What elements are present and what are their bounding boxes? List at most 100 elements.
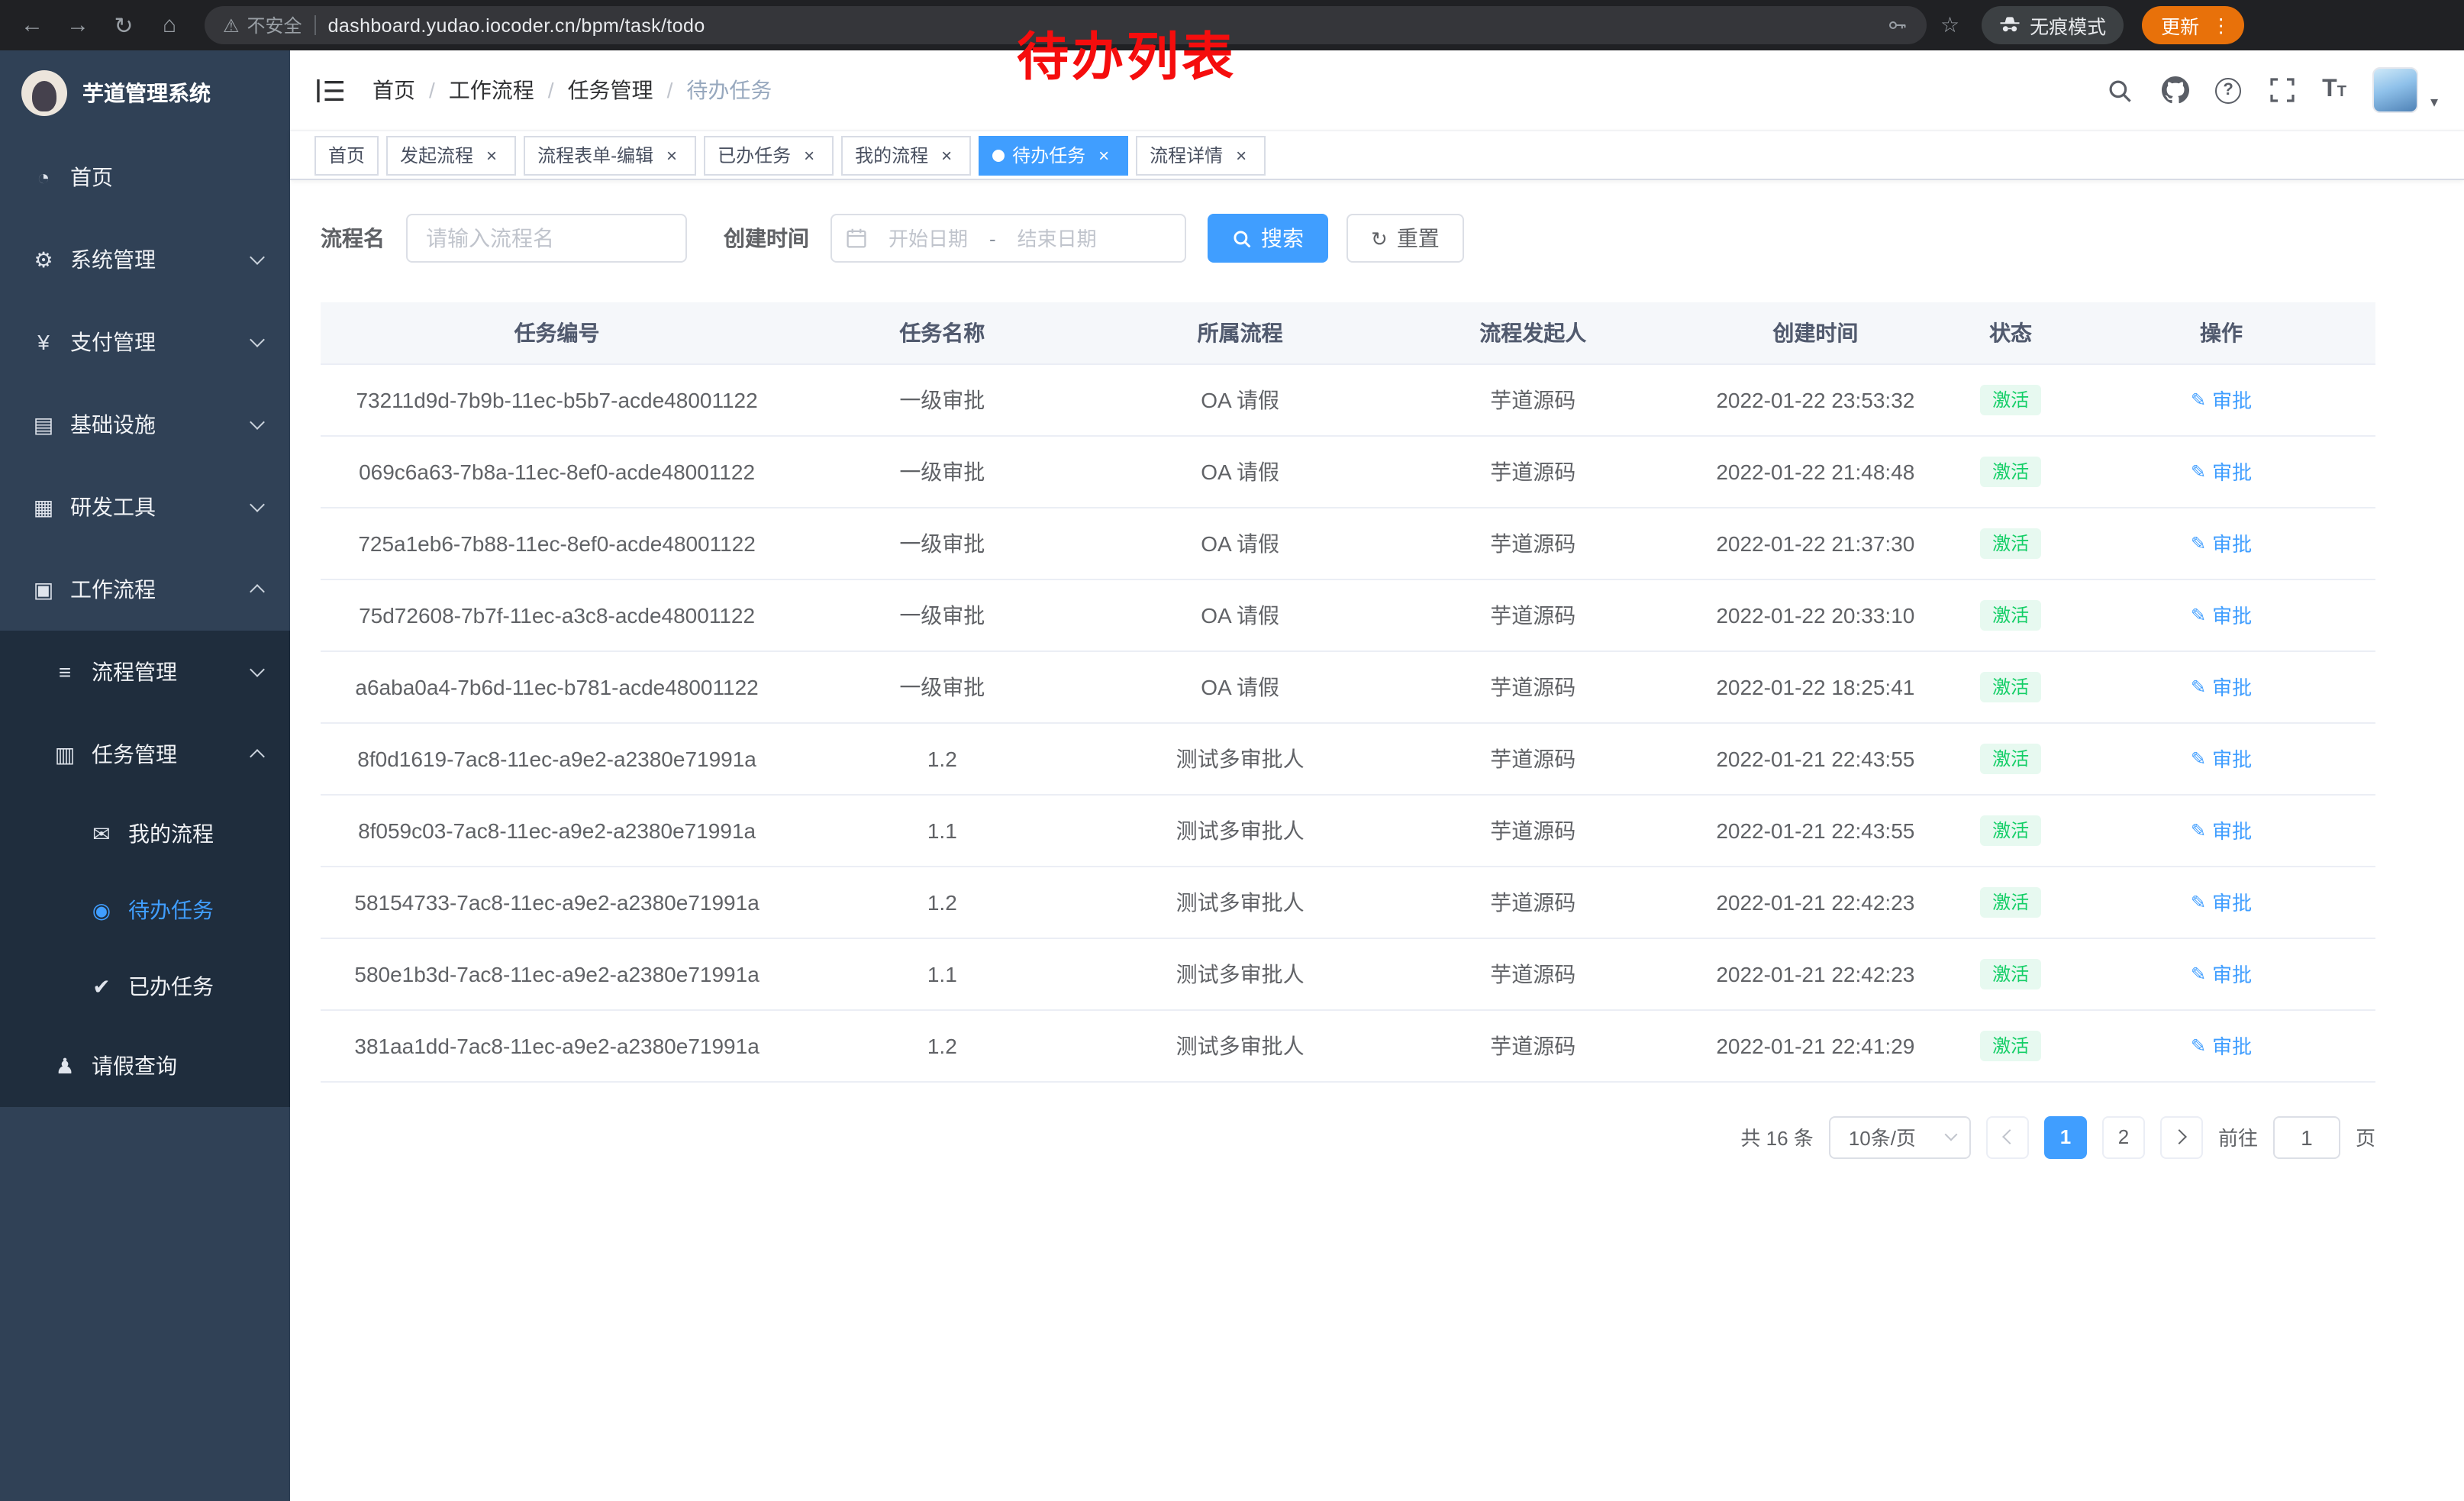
- breadcrumb-item-首页[interactable]: 首页: [373, 75, 415, 105]
- security-warning[interactable]: ⚠ 不安全: [223, 12, 302, 38]
- browser-forward-icon[interactable]: →: [58, 5, 98, 45]
- search-button-icon: [1232, 228, 1252, 248]
- app-logo[interactable]: 芋道管理系统: [0, 50, 290, 136]
- approve-button[interactable]: ✎ 审批: [2191, 528, 2252, 557]
- goto-suffix: 页: [2356, 1122, 2375, 1151]
- process-cell: OA 请假: [1091, 363, 1388, 435]
- page-button-2[interactable]: 2: [2102, 1115, 2145, 1158]
- infra-icon: ▤: [31, 412, 56, 437]
- sidebar-item-首页[interactable]: ◔ 首页: [0, 136, 290, 218]
- close-icon[interactable]: ×: [798, 144, 820, 166]
- sidebar-item-支付管理[interactable]: ¥ 支付管理: [0, 301, 290, 383]
- breadcrumb-item-工作流程[interactable]: 工作流程: [449, 75, 534, 105]
- approve-button[interactable]: ✎ 审批: [2191, 600, 2252, 629]
- approve-button[interactable]: ✎ 审批: [2191, 672, 2252, 701]
- task-name-cell: 1.1: [793, 938, 1091, 1009]
- status-cell: 激活: [1954, 722, 2067, 794]
- search-icon[interactable]: [2105, 76, 2134, 105]
- approve-button[interactable]: ✎ 审批: [2191, 1031, 2252, 1060]
- sidebar-item-请假查询[interactable]: ♟ 请假查询: [0, 1025, 290, 1107]
- sidebar-item-任务管理[interactable]: ▥ 任务管理: [0, 713, 290, 796]
- github-icon[interactable]: [2160, 76, 2189, 105]
- sidebar-item-工作流程[interactable]: ▣ 工作流程: [0, 548, 290, 631]
- close-icon[interactable]: ×: [1093, 144, 1114, 166]
- close-icon[interactable]: ×: [936, 144, 957, 166]
- edit-icon: ✎: [2191, 747, 2206, 769]
- approve-button[interactable]: ✎ 审批: [2191, 457, 2252, 486]
- prev-page-button[interactable]: [1986, 1115, 2029, 1158]
- tab-已办任务[interactable]: 已办任务 ×: [704, 135, 834, 175]
- close-icon[interactable]: ×: [661, 144, 682, 166]
- process-cell: 测试多审批人: [1091, 722, 1388, 794]
- breadcrumb-item-任务管理[interactable]: 任务管理: [568, 75, 653, 105]
- tab-首页[interactable]: 首页: [314, 135, 379, 175]
- reset-button[interactable]: ↻ 重置: [1346, 214, 1464, 263]
- password-key-icon[interactable]: [1885, 14, 1908, 37]
- tab-我的流程[interactable]: 我的流程 ×: [841, 135, 971, 175]
- top-header: 首页/工作流程/任务管理/待办任务 ? TT ▾: [290, 50, 2464, 130]
- select-caret-icon: [1944, 1128, 1957, 1141]
- breadcrumb-item-待办任务: 待办任务: [686, 75, 772, 105]
- close-icon[interactable]: ×: [1230, 144, 1252, 166]
- status-cell: 激活: [1954, 938, 2067, 1009]
- font-size-icon[interactable]: TT: [2322, 78, 2346, 102]
- bookmark-star-icon[interactable]: ☆: [1940, 12, 1959, 38]
- close-icon[interactable]: ×: [481, 144, 502, 166]
- approve-button[interactable]: ✎ 审批: [2191, 385, 2252, 414]
- task-id-cell: 725a1eb6-7b88-11ec-8ef0-acde48001122: [321, 507, 793, 579]
- edit-icon: ✎: [2191, 819, 2206, 841]
- browser-update-button[interactable]: 更新 ⋮: [2141, 6, 2244, 44]
- table-row: 8f059c03-7ac8-11ec-a9e2-a2380e71991a 1.1…: [321, 794, 2375, 866]
- browser-menu-dots-icon[interactable]: ⋮: [2211, 14, 2230, 37]
- task-name-cell: 1.2: [793, 1009, 1091, 1081]
- sidebar-collapse-icon[interactable]: [316, 77, 345, 103]
- sidebar-item-我的流程[interactable]: ✉ 我的流程: [0, 796, 290, 872]
- sidebar-item-流程管理[interactable]: ≡ 流程管理: [0, 631, 290, 713]
- goto-page-input[interactable]: [2273, 1115, 2340, 1158]
- page-size-select[interactable]: 10条/页: [1829, 1115, 1971, 1158]
- help-icon[interactable]: ?: [2215, 77, 2241, 103]
- action-cell: ✎ 审批: [2067, 363, 2375, 435]
- chevron-icon: [250, 662, 265, 677]
- process-name-input[interactable]: [406, 214, 687, 263]
- edit-icon: ✎: [2191, 891, 2206, 912]
- browser-home-icon[interactable]: ⌂: [150, 5, 189, 45]
- fullscreen-icon[interactable]: [2267, 76, 2296, 105]
- next-page-button[interactable]: [2160, 1115, 2203, 1158]
- create-time-cell: 2022-01-22 20:33:10: [1677, 579, 1954, 650]
- search-button[interactable]: 搜索: [1208, 214, 1328, 263]
- starter-cell: 芋道源码: [1389, 507, 1677, 579]
- tab-发起流程[interactable]: 发起流程 ×: [386, 135, 516, 175]
- avatar-caret-icon[interactable]: ▾: [2430, 94, 2438, 111]
- date-range-picker[interactable]: -: [830, 214, 1186, 263]
- browser-back-icon[interactable]: ←: [12, 5, 52, 45]
- url-text: dashboard.yudao.iocoder.cn/bpm/task/todo: [328, 15, 705, 36]
- process-cell: 测试多审批人: [1091, 938, 1388, 1009]
- start-date-input[interactable]: [872, 227, 985, 250]
- starter-cell: 芋道源码: [1389, 722, 1677, 794]
- approve-button[interactable]: ✎ 审批: [2191, 815, 2252, 844]
- tab-流程详情[interactable]: 流程详情 ×: [1136, 135, 1266, 175]
- browser-reload-icon[interactable]: ↻: [104, 5, 144, 45]
- edit-icon: ✎: [2191, 460, 2206, 482]
- page-button-1[interactable]: 1: [2044, 1115, 2087, 1158]
- list-icon: ≡: [52, 660, 78, 684]
- approve-button[interactable]: ✎ 审批: [2191, 744, 2252, 773]
- user-avatar[interactable]: [2372, 67, 2418, 113]
- sidebar-item-已办任务[interactable]: ✔ 已办任务: [0, 948, 290, 1025]
- tab-待办任务[interactable]: 待办任务 ×: [979, 135, 1128, 175]
- edit-icon: ✎: [2191, 604, 2206, 625]
- end-date-input[interactable]: [1001, 227, 1114, 250]
- sidebar-item-基础设施[interactable]: ▤ 基础设施: [0, 383, 290, 466]
- incognito-icon: [1998, 14, 2021, 37]
- starter-cell: 芋道源码: [1389, 938, 1677, 1009]
- status-badge: 激活: [1980, 671, 2041, 702]
- sidebar-item-系统管理[interactable]: ⚙ 系统管理: [0, 218, 290, 301]
- approve-button[interactable]: ✎ 审批: [2191, 959, 2252, 988]
- create-time-cell: 2022-01-22 21:37:30: [1677, 507, 1954, 579]
- sidebar-item-待办任务[interactable]: ◉ 待办任务: [0, 872, 290, 948]
- approve-button[interactable]: ✎ 审批: [2191, 887, 2252, 916]
- screen: ← → ↻ ⌂ ⚠ 不安全 dashboard.yudao.iocoder.cn…: [0, 0, 2464, 1501]
- tab-流程表单-编辑[interactable]: 流程表单-编辑 ×: [524, 135, 696, 175]
- sidebar-item-研发工具[interactable]: ▦ 研发工具: [0, 466, 290, 548]
